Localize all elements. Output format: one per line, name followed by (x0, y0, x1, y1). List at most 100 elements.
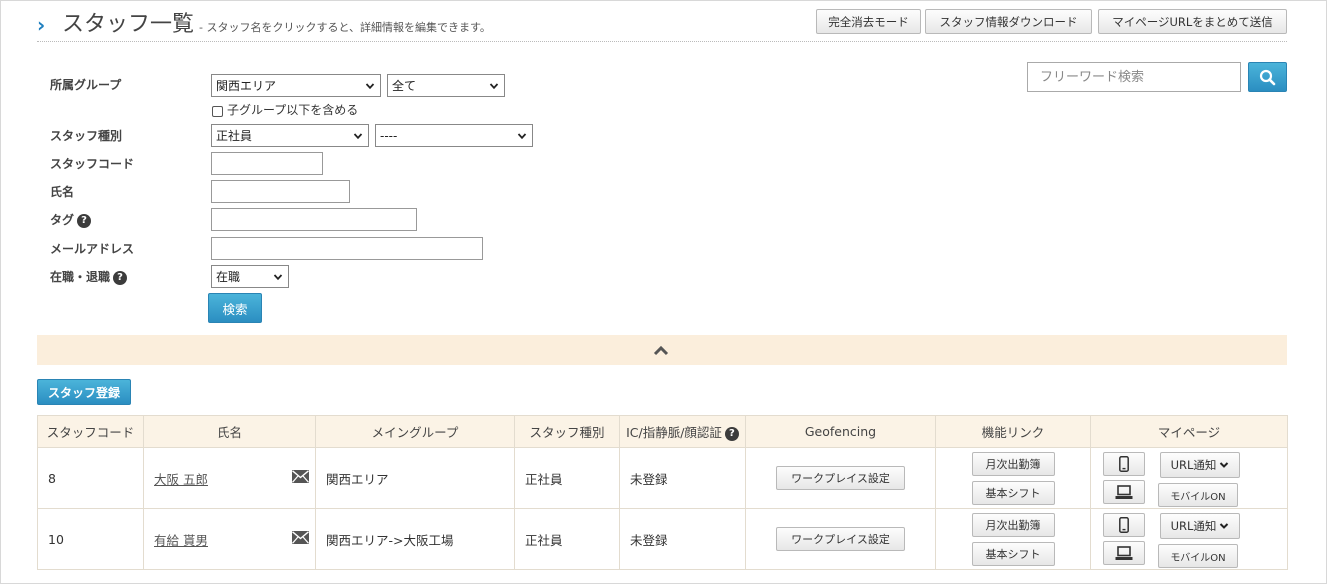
chevron-down-icon (1220, 523, 1229, 529)
group-sub-select-value: 全て (392, 79, 417, 93)
group-sub-select[interactable]: 全て (387, 74, 505, 97)
search-icon (1259, 69, 1276, 85)
chevron-down-icon (489, 82, 499, 89)
mypage-cell: URL通知 モバイルON (1090, 447, 1288, 509)
column-header-code[interactable]: スタッフコード (37, 415, 144, 448)
url-notice-dropdown[interactable]: URL通知 (1160, 452, 1240, 478)
staff-name-link[interactable]: 大阪 五郎 (154, 472, 208, 487)
table-row: 10 有給 貰男 関西エリア->大阪工場 正社員 未登録 ワークプレイス設定 月… (37, 508, 1288, 570)
tag-label: タグ (50, 213, 75, 227)
download-staff-button[interactable]: スタッフ情報ダウンロード (925, 9, 1092, 34)
email-label: メールアドレス (50, 242, 135, 256)
chevron-down-icon (353, 132, 363, 139)
free-word-search-input[interactable] (1027, 62, 1241, 92)
basic-shift-button[interactable]: 基本シフト (971, 541, 1055, 566)
staff-name-cell: 有給 貰男 (143, 508, 316, 570)
monthly-attendance-button[interactable]: 月次出勤簿 (971, 451, 1055, 476)
mobile-button[interactable] (1103, 513, 1145, 537)
monthly-attendance-button[interactable]: 月次出勤簿 (971, 512, 1055, 537)
chevron-up-icon (653, 345, 669, 356)
table-header-row: スタッフコード 氏名 メイングループ スタッフ種別 IC/指静脈/顔認証? Ge… (37, 415, 1288, 448)
chevron-down-icon (517, 132, 527, 139)
group-select[interactable]: 関西エリア (211, 74, 381, 97)
main-group-cell: 関西エリア->大阪工場 (315, 508, 515, 570)
column-header-auth-label: IC/指静脈/顔認証 (626, 425, 722, 440)
basic-shift-button[interactable]: 基本シフト (971, 480, 1055, 505)
staff-table: スタッフコード 氏名 メイングループ スタッフ種別 IC/指静脈/顔認証? Ge… (37, 415, 1288, 570)
column-header-group[interactable]: メイングループ (315, 415, 515, 448)
staff-code-cell: 10 (37, 508, 144, 570)
laptop-icon (1115, 545, 1133, 560)
table-row: 8 大阪 五郎 関西エリア 正社員 未登録 ワークプレイス設定 月次出勤簿 基本… (37, 447, 1288, 509)
main-group-cell: 関西エリア (315, 447, 515, 509)
employment-label: 在職・退職 (50, 270, 111, 284)
name-label: 氏名 (50, 185, 75, 199)
page-subtitle: - スタッフ名をクリックすると、詳細情報を編集できます。 (199, 21, 491, 34)
help-icon[interactable]: ? (77, 213, 92, 228)
filter-collapse-bar[interactable] (37, 335, 1287, 365)
feature-links-cell: 月次出勤簿 基本シフト (935, 447, 1091, 509)
column-header-name[interactable]: 氏名 (143, 415, 316, 448)
feature-links-cell: 月次出勤簿 基本シフト (935, 508, 1091, 570)
column-header-auth[interactable]: IC/指静脈/顔認証? (619, 415, 746, 448)
tag-label-row: タグ? (50, 212, 92, 228)
workplace-settings-button[interactable]: ワークプレイス設定 (776, 527, 905, 551)
staff-type-select-value: 正社員 (216, 129, 253, 143)
geofencing-cell: ワークプレイス設定 (745, 447, 936, 509)
staff-code-label: スタッフコード (50, 157, 135, 171)
staff-code-cell: 8 (37, 447, 144, 509)
group-select-value: 関西エリア (216, 79, 277, 93)
workplace-settings-button[interactable]: ワークプレイス設定 (776, 466, 905, 490)
staff-name-link[interactable]: 有給 貰男 (154, 533, 208, 548)
mail-icon[interactable] (292, 469, 309, 483)
staff-name-cell: 大阪 五郎 (143, 447, 316, 509)
staff-type-sub-select-value: ---- (380, 128, 398, 143)
column-header-links: 機能リンク (935, 415, 1091, 448)
geofencing-cell: ワークプレイス設定 (745, 508, 936, 570)
staff-type-select[interactable]: 正社員 (211, 124, 369, 147)
group-label: 所属グループ (50, 78, 122, 92)
mobile-button[interactable] (1103, 452, 1145, 476)
mail-icon[interactable] (292, 530, 309, 544)
chevron-down-icon (1220, 462, 1229, 468)
column-header-type[interactable]: スタッフ種別 (514, 415, 620, 448)
mypage-cell: URL通知 モバイルON (1090, 508, 1288, 570)
email-input[interactable] (211, 237, 483, 260)
column-header-mypage: マイページ (1090, 415, 1288, 448)
pc-button[interactable] (1103, 541, 1145, 565)
url-notice-label: URL通知 (1170, 519, 1217, 533)
filter-search-button[interactable]: 検索 (208, 293, 262, 323)
chevron-right-icon: › (37, 13, 46, 37)
help-icon[interactable]: ? (724, 426, 739, 441)
employment-label-row: 在職・退職? (50, 269, 128, 285)
register-staff-button[interactable]: スタッフ登録 (37, 379, 131, 405)
search-button[interactable] (1248, 62, 1287, 92)
smartphone-icon (1119, 517, 1129, 533)
mobile-on-button[interactable]: モバイルON (1158, 483, 1238, 507)
chevron-down-icon (273, 273, 283, 280)
include-subgroups-checkbox[interactable] (212, 106, 223, 117)
auth-status-cell: 未登録 (619, 508, 746, 570)
url-notice-label: URL通知 (1170, 458, 1217, 472)
title-divider (37, 41, 1287, 42)
column-header-geofencing: Geofencing (745, 415, 936, 448)
help-icon[interactable]: ? (113, 270, 128, 285)
employment-select-value: 在職 (216, 270, 241, 284)
page-title: スタッフ一覧 (62, 12, 195, 37)
mobile-on-button[interactable]: モバイルON (1158, 544, 1238, 568)
name-input[interactable] (211, 180, 350, 203)
include-subgroups-label: 子グループ以下を含める (227, 103, 359, 117)
url-notice-dropdown[interactable]: URL通知 (1160, 513, 1240, 539)
pc-button[interactable] (1103, 480, 1145, 504)
chevron-down-icon (365, 82, 375, 89)
staff-type-cell: 正社員 (514, 447, 620, 509)
delete-mode-button[interactable]: 完全消去モード (816, 9, 921, 34)
auth-status-cell: 未登録 (619, 447, 746, 509)
smartphone-icon (1119, 456, 1129, 472)
tag-input[interactable] (211, 208, 417, 231)
employment-select[interactable]: 在職 (211, 265, 289, 288)
staff-type-sub-select[interactable]: ---- (375, 124, 533, 147)
staff-type-cell: 正社員 (514, 508, 620, 570)
send-mypage-urls-button[interactable]: マイページURLをまとめて送信 (1098, 9, 1287, 34)
staff-code-input[interactable] (211, 152, 323, 175)
